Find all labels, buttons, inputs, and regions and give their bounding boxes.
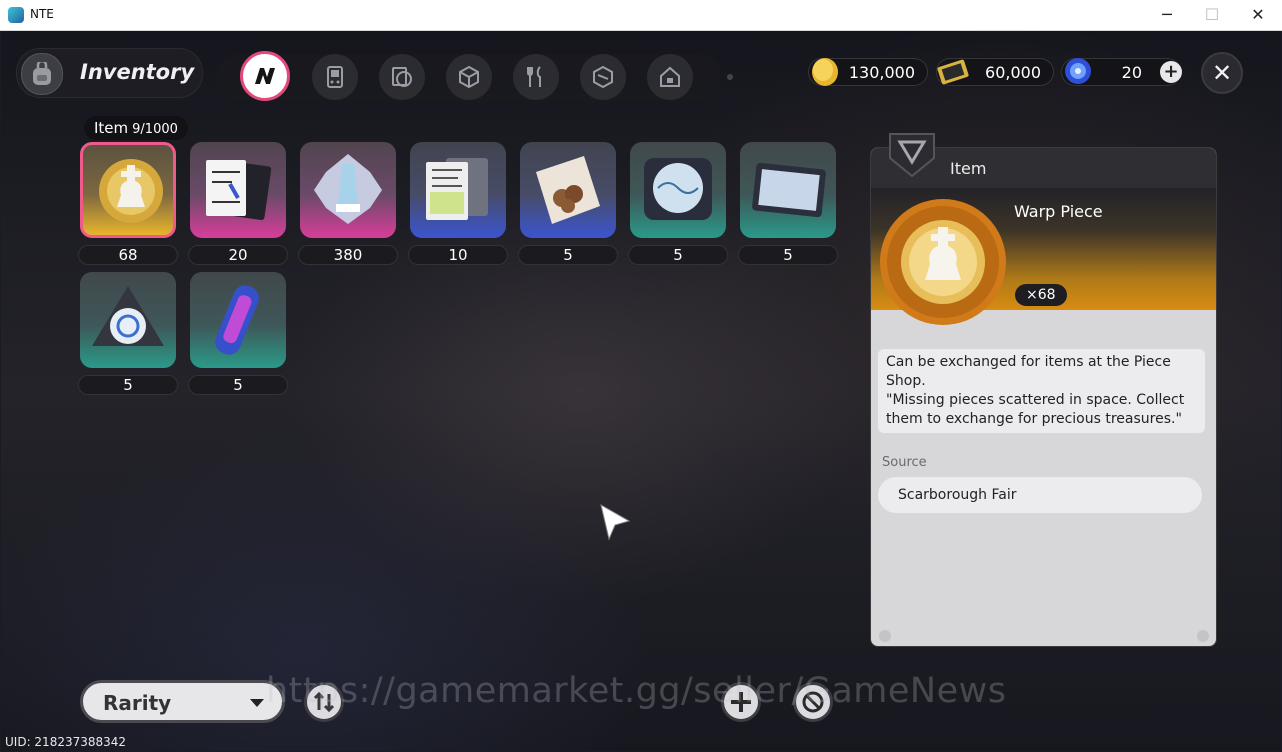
tab-records[interactable] xyxy=(379,54,425,100)
currency-gold: 130,000 xyxy=(808,58,928,86)
tab-devices[interactable] xyxy=(312,54,358,100)
currency-ticket-value: 60,000 xyxy=(985,63,1041,82)
item-card xyxy=(520,142,616,238)
item-name: Warp Piece xyxy=(1014,202,1103,221)
triangle-compass-icon xyxy=(92,286,164,346)
item-card xyxy=(300,142,396,238)
item-description: Can be exchanged for items at the Piece … xyxy=(878,349,1205,433)
source-label: Source xyxy=(882,455,927,470)
item-slot[interactable]: 380 xyxy=(298,142,398,267)
hex-box-icon xyxy=(593,65,613,89)
item-card xyxy=(630,142,726,238)
currency-ticket: 60,000 xyxy=(936,58,1054,86)
item-quantity: 380 xyxy=(298,245,398,265)
tab-housing[interactable] xyxy=(647,54,693,100)
backpack-icon xyxy=(21,53,63,95)
item-slot[interactable]: 5 xyxy=(738,142,838,267)
house-icon xyxy=(660,66,680,87)
app-icon xyxy=(8,7,24,23)
window-title: NTE xyxy=(30,7,54,21)
source-item[interactable]: Scarborough Fair xyxy=(878,477,1202,513)
user-id: UID: 218237388342 xyxy=(5,735,127,749)
item-slot[interactable]: 5 xyxy=(188,272,288,397)
blue-crystal-icon xyxy=(1065,58,1091,84)
sort-label: Rarity xyxy=(103,691,172,715)
fork-knife-icon xyxy=(527,66,541,87)
currency-gold-value: 130,000 xyxy=(848,63,915,82)
item-card xyxy=(410,142,506,238)
tab-materials[interactable] xyxy=(446,54,492,100)
item-owned-quantity: ×68 xyxy=(1015,284,1067,306)
item-slot[interactable]: 20 xyxy=(188,142,288,267)
item-slot[interactable]: 5 xyxy=(628,142,728,267)
close-inventory-button[interactable]: ✕ xyxy=(1201,52,1243,94)
item-quantity: 5 xyxy=(738,245,838,265)
ticket-card-icon xyxy=(937,59,969,85)
detail-category: Item xyxy=(950,159,987,178)
cards-icon xyxy=(206,160,272,220)
item-quantity: 10 xyxy=(408,245,508,265)
item-count-badge: Item 9/1000 xyxy=(84,116,188,140)
mouse-cursor-icon xyxy=(600,503,631,541)
panel-corner-dot xyxy=(1197,630,1209,642)
item-detail-panel: Item Warp Piece ×68 Can be exchanged for… xyxy=(870,147,1217,647)
item-quantity: 68 xyxy=(78,245,178,265)
item-slot[interactable]: 68 xyxy=(78,142,178,267)
item-quantity: 5 xyxy=(628,245,728,265)
n-logo-icon xyxy=(255,68,275,84)
item-quantity: 5 xyxy=(78,375,178,395)
currency-crystal: 20 + xyxy=(1061,58,1182,86)
currency-crystal-value: 20 xyxy=(1121,63,1142,82)
item-slot[interactable]: 10 xyxy=(408,142,508,267)
item-slot[interactable]: 5 xyxy=(78,272,178,397)
page-title: Inventory xyxy=(80,60,195,84)
item-slot[interactable]: 5 xyxy=(518,142,618,267)
chess-king-icon xyxy=(99,159,163,223)
inventory-header: Inventory xyxy=(16,48,203,98)
game-screen: Inventory 130,000 60,000 20 + ✕ Item 9/1… xyxy=(1,31,1281,751)
crystal-tower-icon xyxy=(314,154,382,224)
minimize-button[interactable]: ─ xyxy=(1144,0,1190,30)
item-count: 9/1000 xyxy=(132,122,178,137)
item-card xyxy=(80,142,176,238)
item-card xyxy=(740,142,836,238)
tab-food[interactable] xyxy=(513,54,559,100)
add-crystal-button[interactable]: + xyxy=(1160,61,1182,83)
panel-corner-dot xyxy=(879,630,891,642)
item-quantity: 5 xyxy=(188,375,288,395)
category-emblem-icon xyxy=(889,133,935,178)
chevron-down-icon xyxy=(250,699,264,707)
item-card xyxy=(190,272,286,368)
snack-bag-icon xyxy=(536,156,600,224)
window-titlebar: NTE ─ ☐ ✕ xyxy=(0,0,1282,31)
cube-box-icon xyxy=(459,65,479,89)
item-quantity: 5 xyxy=(518,245,618,265)
detail-hero: Warp Piece ×68 xyxy=(871,188,1216,325)
gold-coin-icon xyxy=(812,58,838,86)
disc-card-icon xyxy=(392,67,412,87)
tablet-icon xyxy=(752,162,826,218)
watermark: https://gamemarket.gg/seller/GameNews xyxy=(266,671,1007,711)
tab-bar-end-dot xyxy=(727,74,733,80)
category-label: Item xyxy=(94,119,129,137)
item-quantity: 20 xyxy=(188,245,288,265)
item-card xyxy=(190,142,286,238)
category-tab-bar xyxy=(216,51,721,101)
handheld-console-icon xyxy=(327,66,343,88)
energy-canister-icon xyxy=(215,285,259,355)
document-cards-icon xyxy=(426,158,488,220)
maximize-button[interactable]: ☐ xyxy=(1189,0,1235,30)
tab-packages[interactable] xyxy=(580,54,626,100)
item-card xyxy=(80,272,176,368)
warp-piece-medal-icon xyxy=(880,199,1006,325)
window-close-button[interactable]: ✕ xyxy=(1235,0,1281,30)
radar-device-icon xyxy=(644,158,712,220)
sort-dropdown[interactable]: Rarity xyxy=(80,680,285,723)
tab-all[interactable] xyxy=(240,51,290,101)
